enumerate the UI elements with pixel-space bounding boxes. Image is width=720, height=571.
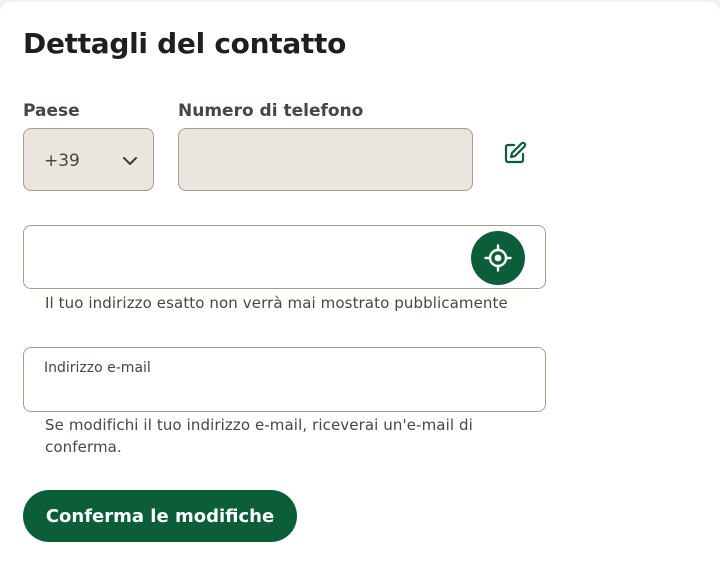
- page-title: Dettagli del contatto: [23, 27, 347, 60]
- phone-number-label: Numero di telefono: [178, 101, 364, 121]
- country-label: Paese: [23, 101, 80, 121]
- country-code-value: +39: [44, 151, 80, 171]
- email-field-label: Indirizzo e-mail: [44, 360, 151, 376]
- address-input[interactable]: [23, 225, 546, 289]
- address-helper-text: Il tuo indirizzo esatto non verrà mai mo…: [45, 294, 508, 312]
- country-code-select[interactable]: +39: [23, 128, 154, 191]
- email-helper-text: Se modifichi il tuo indirizzo e-mail, ri…: [45, 416, 473, 456]
- edit-pencil-icon[interactable]: [502, 140, 528, 166]
- email-input[interactable]: [44, 380, 524, 404]
- contact-details-card: Dettagli del contatto Paese Numero di te…: [0, 2, 720, 571]
- email-field[interactable]: Indirizzo e-mail: [23, 347, 546, 412]
- crosshair-icon: [484, 244, 512, 272]
- confirm-changes-button[interactable]: Conferma le modifiche: [23, 490, 297, 542]
- locate-me-button[interactable]: [471, 231, 525, 285]
- phone-number-input[interactable]: [178, 128, 473, 191]
- chevron-down-icon: [123, 157, 137, 165]
